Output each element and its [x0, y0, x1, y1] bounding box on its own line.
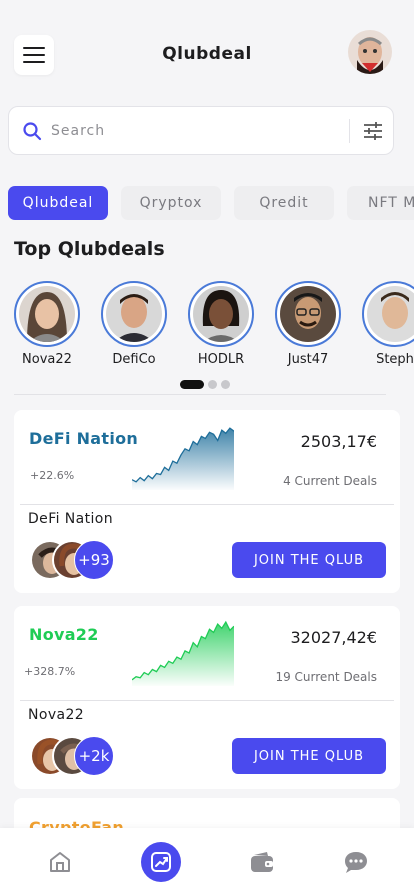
sparkline-chart: [132, 427, 234, 490]
card-label: DeFi Nation: [28, 511, 114, 527]
card-title: Nova22: [29, 625, 99, 644]
sparkline-chart: [132, 620, 234, 686]
card-divider: [20, 504, 394, 505]
tab-qryptox[interactable]: Qryptox: [121, 186, 221, 220]
person-name: HODLR: [197, 352, 245, 367]
avatar: [19, 286, 75, 342]
join-qlub-button[interactable]: JOIN THE QLUB: [232, 542, 386, 578]
card-divider: [20, 700, 394, 701]
join-qlub-button[interactable]: JOIN THE QLUB: [232, 738, 386, 774]
qlub-card[interactable]: Nova22 +328.7% 32027,42€ 19 Current Deal…: [14, 606, 400, 789]
card-value: 2503,17€: [300, 432, 377, 451]
person-name: Just47: [287, 352, 329, 367]
person-name: Steph: [376, 352, 414, 367]
member-count-badge: +93: [74, 540, 114, 580]
person-item[interactable]: HODLR: [188, 281, 254, 367]
header: Qlubdeal: [0, 30, 414, 80]
nav-wallet[interactable]: [242, 842, 282, 882]
avatar: [280, 286, 336, 342]
member-count-badge: +2k: [74, 736, 114, 776]
wallet-icon: [251, 852, 273, 872]
carousel-dot[interactable]: [208, 380, 217, 389]
card-value: 32027,42€: [290, 628, 377, 647]
tab-nft-market[interactable]: NFT Ma: [347, 186, 414, 220]
nav-home[interactable]: [40, 842, 80, 882]
avatar-ring: [362, 281, 414, 347]
carousel-dots: [180, 380, 234, 389]
profile-avatar[interactable]: [348, 30, 392, 74]
search-divider: [349, 119, 350, 143]
section-title: Top Qlubdeals: [14, 238, 165, 260]
person-name: Nova22: [22, 352, 72, 367]
avatar-ring: [275, 281, 341, 347]
chart-icon: [151, 852, 171, 872]
search-input[interactable]: [51, 119, 341, 143]
nav-chart[interactable]: [141, 842, 181, 882]
avatar: [193, 286, 249, 342]
card-deals: 4 Current Deals: [283, 474, 377, 488]
avatar: [106, 286, 162, 342]
person-name: DefiCo: [112, 352, 156, 367]
person-item[interactable]: Just47: [275, 281, 341, 367]
card-change: +22.6%: [30, 469, 75, 482]
filter-icon[interactable]: [362, 120, 384, 142]
nav-chat[interactable]: [336, 842, 376, 882]
card-deals: 19 Current Deals: [275, 670, 377, 684]
card-title: DeFi Nation: [29, 429, 139, 448]
tab-qlubdeal[interactable]: Qlubdeal: [8, 186, 108, 220]
tab-qredit[interactable]: Qredit: [234, 186, 334, 220]
top-qlubdeals-carousel: Nova22 DefiCo HODLR Just47 Steph: [14, 281, 414, 371]
search-bar: [8, 106, 394, 155]
carousel-dot-active[interactable]: [180, 380, 204, 389]
card-change: +328.7%: [24, 665, 76, 678]
qlub-card[interactable]: DeFi Nation +22.6% 2503,17€ 4 Current De…: [14, 410, 400, 593]
avatar-ring: [188, 281, 254, 347]
bottom-nav: [0, 828, 414, 896]
category-tabs: Qlubdeal Qryptox Qredit NFT Ma: [8, 186, 414, 220]
divider: [14, 394, 386, 395]
member-avatars: +93: [30, 540, 120, 580]
avatar-ring: [14, 281, 80, 347]
search-icon: [23, 122, 42, 141]
person-item[interactable]: Steph: [362, 281, 414, 367]
carousel-dot[interactable]: [221, 380, 230, 389]
avatar: [367, 286, 414, 342]
person-item[interactable]: DefiCo: [101, 281, 167, 367]
member-avatars: +2k: [30, 736, 120, 776]
home-icon: [50, 852, 70, 872]
card-label: Nova22: [28, 707, 85, 723]
person-item[interactable]: Nova22: [14, 281, 80, 367]
chat-icon: [345, 852, 367, 873]
avatar-ring: [101, 281, 167, 347]
